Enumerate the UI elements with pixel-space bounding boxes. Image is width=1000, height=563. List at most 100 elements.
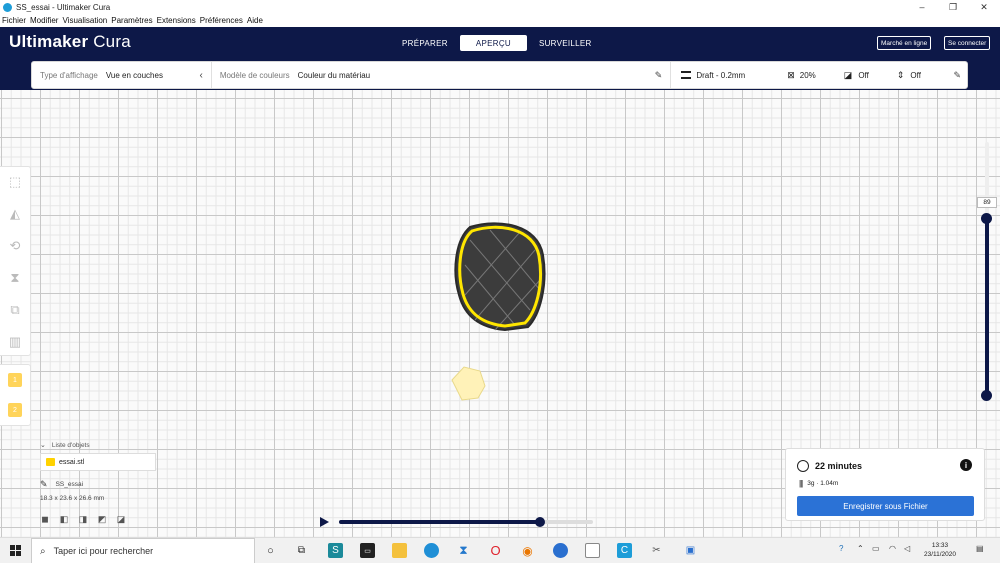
view-type-selector[interactable]: Type d'affichage Vue en couches ‹: [32, 62, 212, 88]
search-icon: ⌕: [40, 545, 46, 557]
profile-value: Draft - 0.2mm: [696, 70, 746, 80]
front-view-icon[interactable]: ◧: [59, 514, 69, 524]
move-tool-icon[interactable]: ⬚: [5, 172, 25, 192]
object-list-item[interactable]: essai.stl: [40, 453, 156, 471]
volume-icon[interactable]: ◁: [904, 544, 910, 553]
menu-fichier[interactable]: Fichier: [2, 16, 26, 25]
job-name-row[interactable]: ✎ SS_essai: [40, 479, 83, 490]
left-view-icon[interactable]: ◩: [97, 514, 107, 524]
menu-aide[interactable]: Aide: [247, 16, 263, 25]
menu-parametres[interactable]: Paramètres: [111, 16, 152, 25]
brand-product: Cura: [88, 32, 131, 51]
extruder-1[interactable]: 1: [8, 373, 22, 387]
brand-name: Ultimaker: [9, 32, 89, 51]
notepad-icon[interactable]: [585, 543, 600, 558]
tray-chevron-icon[interactable]: ⌃: [857, 544, 864, 553]
windows-start-icon[interactable]: [10, 545, 22, 557]
maximize-button[interactable]: ❐: [938, 0, 968, 14]
menu-extensions[interactable]: Extensions: [157, 16, 196, 25]
tab-preparer[interactable]: PRÉPARER: [390, 35, 460, 51]
simulation-slider-fill: [339, 520, 540, 524]
left-toolbar: ⬚ ◭ ⟲ ⧗ ⧉ ▥: [0, 166, 31, 356]
color-scheme-selector[interactable]: Modèle de couleurs Couleur du matériau ✎: [212, 62, 672, 88]
clock-time: 13:33: [931, 542, 949, 549]
app-tool-icon[interactable]: ✂: [649, 543, 664, 558]
view-type-value: Vue en couches: [105, 70, 163, 80]
task-view-icon[interactable]: ⧉: [294, 543, 309, 558]
battery-icon[interactable]: ▭: [872, 544, 880, 553]
file-explorer-icon[interactable]: [392, 543, 407, 558]
window-titlebar: SS_essai - Ultimaker Cura – ❐ ✕: [0, 0, 1000, 14]
menu-modifier[interactable]: Modifier: [30, 16, 58, 25]
right-view-icon[interactable]: ◪: [116, 514, 126, 524]
app-header: Ultimaker Cura PRÉPARER APERÇU SURVEILLE…: [0, 27, 1000, 58]
help-icon[interactable]: ?: [839, 544, 843, 553]
color-scheme-value: Couleur du matériau: [297, 70, 371, 80]
tab-surveiller[interactable]: SURVEILLER: [527, 35, 604, 51]
material-usage-value: 3g · 1.04m: [807, 480, 839, 487]
material-color-swatch: [46, 458, 55, 466]
object-filename: essai.stl: [59, 458, 85, 466]
print-info-panel: 22 minutes i ||| 3g · 1.04m Enregistrer …: [785, 448, 985, 521]
edge-icon[interactable]: [424, 543, 439, 558]
view-type-label: Type d'affichage: [40, 70, 98, 80]
support-icon: ◪: [843, 69, 853, 80]
windows-taskbar: ⌕ Taper ici pour rechercher ○ ⧉ S ▭ ⧗ O …: [0, 537, 1000, 563]
tab-apercu[interactable]: APERÇU: [459, 35, 527, 51]
simulation-slider-handle[interactable]: [534, 517, 545, 527]
app-s-icon[interactable]: S: [328, 543, 343, 558]
ghost-model-shadow: [451, 366, 486, 401]
pencil-icon[interactable]: ✎: [953, 70, 961, 81]
taskbar-clock[interactable]: 13:33 23/11/2020: [918, 541, 962, 559]
adhesion-value: Off: [910, 70, 921, 80]
layer-slider-upper-handle[interactable]: [981, 213, 992, 224]
print-time: 22 minutes: [815, 461, 863, 471]
mirror-tool-icon[interactable]: ⧗: [5, 268, 25, 288]
object-list-toggle[interactable]: ⌄ Liste d'objets: [40, 441, 90, 450]
save-to-file-button[interactable]: Enregistrer sous Fichier: [797, 496, 974, 516]
minimize-button[interactable]: –: [907, 0, 937, 14]
chevron-down-icon: ⌄: [40, 442, 46, 449]
per-model-settings-icon[interactable]: ⧉: [5, 300, 25, 320]
rotate-tool-icon[interactable]: ⟲: [5, 236, 25, 256]
app-globe-icon[interactable]: [553, 543, 568, 558]
play-icon[interactable]: [320, 517, 329, 527]
menu-visualisation[interactable]: Visualisation: [62, 16, 107, 25]
3d-view-icon[interactable]: ◼: [40, 514, 50, 524]
terminal-icon[interactable]: ▭: [360, 543, 375, 558]
taskbar-search[interactable]: ⌕ Taper ici pour rechercher: [31, 538, 255, 563]
top-view-icon[interactable]: ◨: [78, 514, 88, 524]
menu-bar: Fichier Modifier Visualisation Paramètre…: [0, 14, 1000, 27]
support-blocker-icon[interactable]: ▥: [5, 332, 25, 352]
cortana-icon[interactable]: ○: [263, 543, 278, 558]
notifications-icon[interactable]: ▤: [976, 544, 984, 553]
extruder-selector: 1 2: [0, 364, 31, 426]
menu-preferences[interactable]: Préférences: [200, 16, 243, 25]
pencil-icon[interactable]: ✎: [40, 479, 48, 490]
stage-tabs: PRÉPARER APERÇU SURVEILLER: [390, 35, 604, 51]
layer-slider-range[interactable]: [985, 218, 989, 396]
vscode-icon[interactable]: ⧗: [456, 543, 471, 558]
camera-view-buttons: ◼ ◧ ◨ ◩ ◪: [40, 514, 135, 524]
cura-app-icon: [3, 2, 12, 12]
layer-slider-lower-handle[interactable]: [981, 390, 992, 401]
clock-date: 23/11/2020: [923, 551, 957, 558]
scale-tool-icon[interactable]: ◭: [5, 204, 25, 224]
chevron-left-icon[interactable]: ‹: [199, 70, 202, 81]
marketplace-button[interactable]: Marché en ligne: [877, 36, 932, 50]
cura-taskbar-icon[interactable]: C: [617, 543, 632, 558]
blender-icon[interactable]: ◉: [520, 543, 535, 558]
info-icon[interactable]: i: [960, 459, 972, 471]
object-list-label: Liste d'objets: [51, 441, 90, 449]
profile-icon: [681, 71, 692, 79]
close-button[interactable]: ✕: [969, 0, 999, 14]
job-name: SS_essai: [55, 481, 84, 488]
print-setup-selector[interactable]: Draft - 0.2mm ⊠ 20% ◪ Off ⇕ Off ✎: [671, 62, 967, 88]
opera-icon[interactable]: O: [488, 543, 503, 558]
app-window-icon[interactable]: ▣: [683, 543, 698, 558]
current-layer-input[interactable]: 89: [977, 197, 997, 208]
extruder-2[interactable]: 2: [8, 403, 22, 417]
signin-button[interactable]: Se connecter: [944, 36, 991, 50]
pencil-icon[interactable]: ✎: [655, 70, 663, 81]
wifi-icon[interactable]: ◠: [889, 544, 896, 553]
